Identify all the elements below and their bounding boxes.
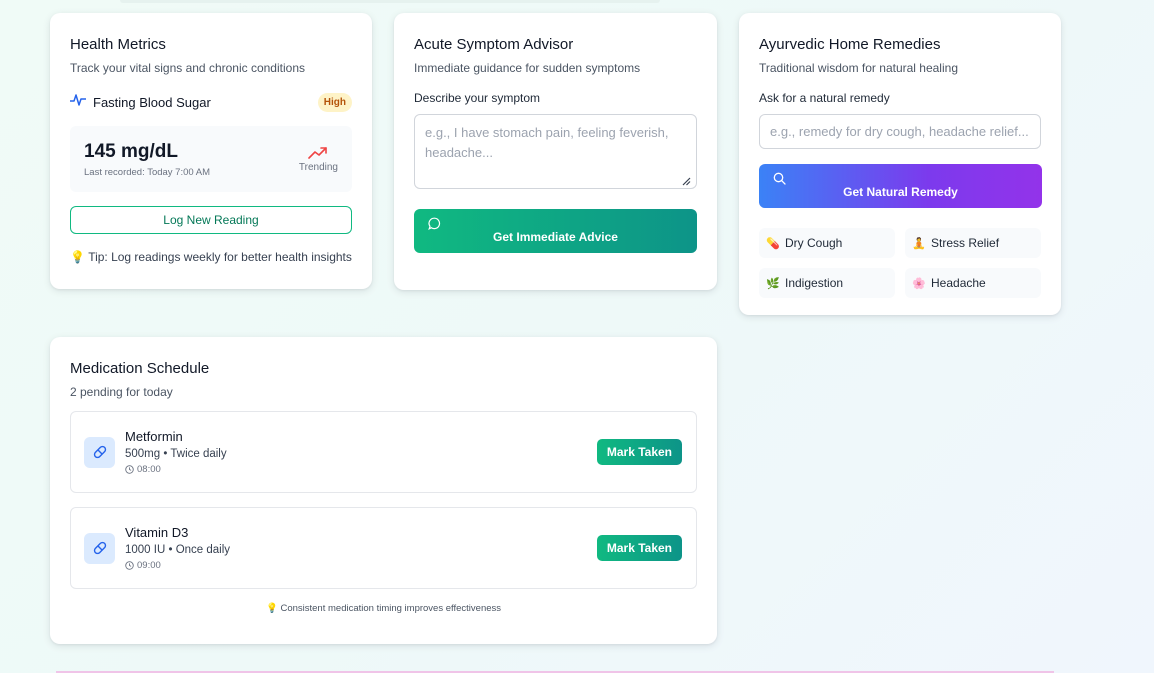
button-label: Get Natural Remedy [843, 185, 958, 199]
tip-text: Tip: Log readings weekly for better heal… [88, 250, 352, 264]
remedy-input[interactable] [759, 114, 1041, 149]
clock-icon [125, 561, 134, 570]
trending-up-icon [308, 146, 328, 159]
metric-row: Fasting Blood Sugar High [69, 92, 352, 112]
trend-indicator: Trending [299, 146, 338, 173]
medication-time: 09:00 [125, 560, 230, 571]
top-edge [120, 0, 660, 3]
time-text: 09:00 [137, 560, 161, 571]
clock-icon [125, 465, 134, 474]
pill-icon [84, 436, 115, 468]
health-metrics-card: Health Metrics Track your vital signs an… [50, 13, 372, 289]
reading-box: 145 mg/dL Last recorded: Today 7:00 AM T… [70, 126, 352, 192]
ayurvedic-remedies-card: Ayurvedic Home Remedies Traditional wisd… [739, 13, 1061, 315]
medication-item: Vitamin D3 1000 IU • Once daily 09:00 Ma… [70, 507, 697, 589]
get-immediate-advice-button[interactable]: Get Immediate Advice [414, 209, 697, 253]
symptom-label: Describe your symptom [414, 91, 541, 105]
health-tip: 💡 Tip: Log readings weekly for better he… [70, 250, 352, 264]
card-title: Acute Symptom Advisor [414, 36, 574, 53]
leaf-icon: 🌿 [766, 277, 780, 290]
card-subtitle: Traditional wisdom for natural healing [759, 61, 958, 75]
card-subtitle: Immediate guidance for sudden symptoms [414, 61, 641, 75]
lightbulb-icon: 💡 [70, 250, 86, 264]
medication-schedule-card: Medication Schedule 2 pending for today … [50, 337, 717, 644]
card-title: Health Metrics [70, 36, 166, 53]
remedy-chip-headache[interactable]: 🌸 Headache [905, 268, 1041, 298]
medication-dose: 1000 IU • Once daily [125, 544, 231, 556]
activity-icon [69, 93, 87, 112]
resize-handle-icon[interactable] [682, 177, 691, 186]
time-text: 08:00 [137, 464, 161, 475]
meditation-icon: 🧘 [912, 237, 926, 250]
flower-icon: 🌸 [912, 277, 926, 290]
symptom-textarea[interactable] [414, 114, 697, 189]
remedy-label: Ask for a natural remedy [759, 91, 890, 105]
chip-label: Stress Relief [931, 236, 1000, 250]
message-circle-icon [428, 217, 441, 230]
card-title: Medication Schedule [70, 360, 210, 377]
lightbulb-icon: 💡 [265, 603, 278, 614]
get-natural-remedy-button[interactable]: Get Natural Remedy [759, 164, 1042, 208]
remedy-quick-picks: 💊 Dry Cough 🧘 Stress Relief 🌿 Indigestio… [759, 228, 1041, 298]
chip-label: Headache [931, 276, 986, 290]
card-subtitle: Track your vital signs and chronic condi… [70, 61, 305, 75]
mark-taken-button[interactable]: Mark Taken [596, 535, 682, 561]
last-recorded: Last recorded: Today 7:00 AM [84, 166, 211, 178]
status-badge: High [317, 92, 352, 112]
medication-item: Metformin 500mg • Twice daily 08:00 Mark… [70, 411, 697, 493]
remedy-chip-indigestion[interactable]: 🌿 Indigestion [759, 268, 895, 298]
acute-symptom-card: Acute Symptom Advisor Immediate guidance… [394, 13, 717, 290]
card-title: Ayurvedic Home Remedies [759, 36, 941, 53]
button-label: Get Immediate Advice [493, 230, 618, 244]
medication-dose: 500mg • Twice daily [125, 448, 227, 460]
metric-name: Fasting Blood Sugar [93, 94, 211, 110]
tip-text: Consistent medication timing improves ef… [280, 603, 502, 614]
mark-taken-button[interactable]: Mark Taken [596, 439, 682, 465]
medication-list: Metformin 500mg • Twice daily 08:00 Mark… [70, 411, 697, 589]
remedy-chip-stress-relief[interactable]: 🧘 Stress Relief [905, 228, 1041, 258]
medication-tip: 💡 Consistent medication timing improves … [70, 603, 697, 614]
log-new-reading-button[interactable]: Log New Reading [70, 206, 352, 234]
pending-count: 2 pending for today [70, 385, 173, 399]
medication-time: 08:00 [125, 464, 227, 475]
chip-label: Indigestion [785, 276, 844, 290]
reading-value: 145 mg/dL [84, 140, 178, 162]
chip-label: Dry Cough [785, 236, 843, 250]
pill-icon: 💊 [766, 237, 780, 250]
pill-icon [84, 532, 115, 564]
search-icon [773, 172, 786, 185]
medication-name: Vitamin D3 [125, 525, 189, 540]
medication-name: Metformin [125, 429, 183, 444]
trend-label: Trending [298, 161, 338, 173]
remedy-chip-dry-cough[interactable]: 💊 Dry Cough [759, 228, 895, 258]
